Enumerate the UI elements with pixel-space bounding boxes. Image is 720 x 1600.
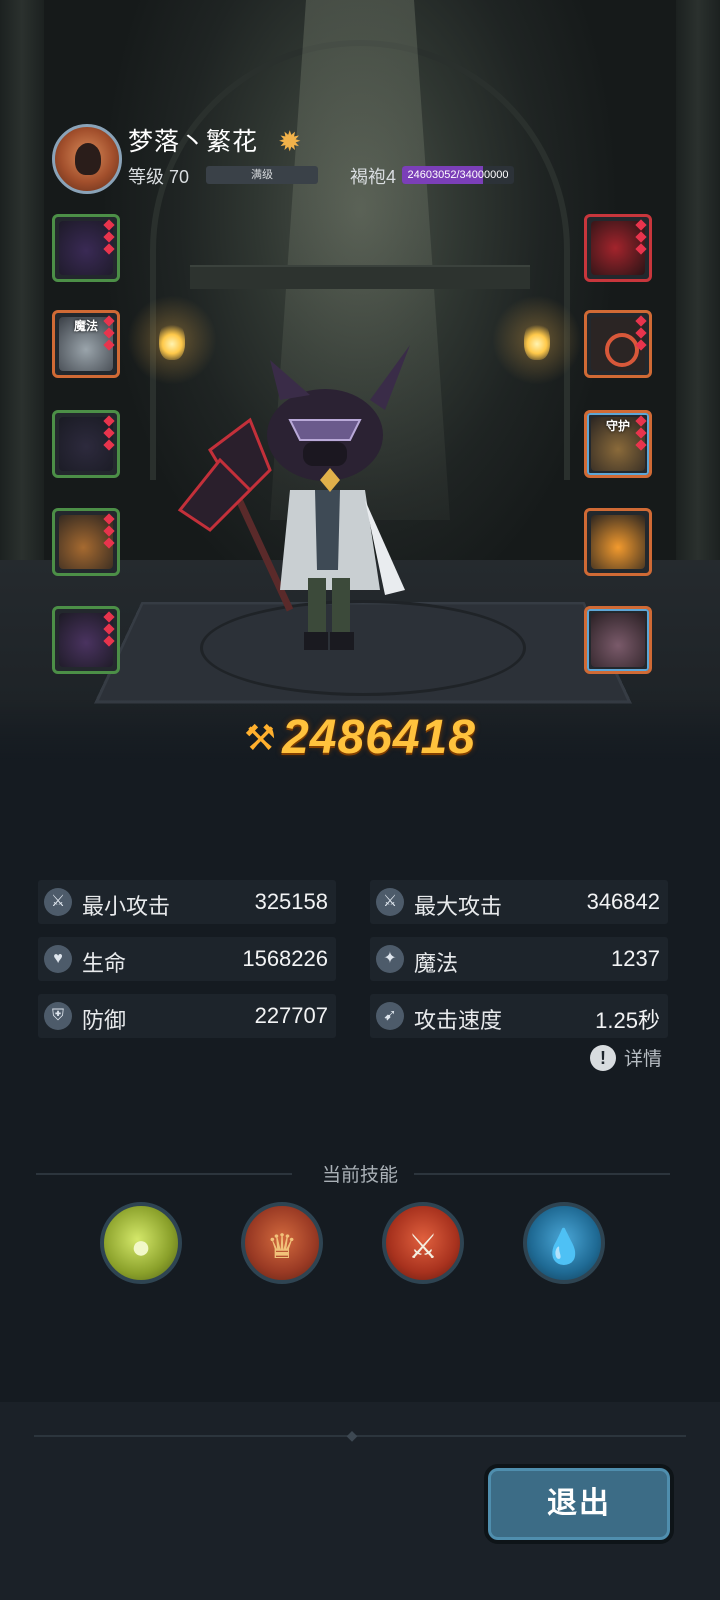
combat-power-value: 2486418: [282, 711, 476, 764]
flame-talisman-icon: [591, 515, 645, 569]
sword-icon: ⚔: [376, 888, 404, 916]
torch-right-icon: [524, 320, 550, 360]
stat-magic: ✦ 魔法 1237: [370, 937, 668, 981]
water-shield-icon: 💧: [542, 1228, 586, 1266]
info-icon: !: [590, 1044, 616, 1071]
shield-icon: ⛨: [44, 1002, 72, 1030]
heart-icon: ♥: [44, 945, 72, 973]
exit-button[interactable]: 退出: [484, 1464, 674, 1544]
stat-max-attack: ⚔ 最大攻击 346842: [370, 880, 668, 924]
stat-label: 最小攻击: [82, 894, 171, 919]
stat-min-attack: ⚔ 最小攻击 325158: [38, 880, 336, 924]
stone-shelf: [190, 265, 530, 289]
stat-value: 1.25秒: [595, 1008, 660, 1033]
divider-ornament-icon: ◆: [346, 1427, 358, 1443]
pillar-left: [0, 0, 44, 560]
skill-crossed-axes[interactable]: ⚔: [382, 1202, 464, 1284]
stat-label: 攻击速度: [414, 1008, 503, 1033]
slot-shoulder[interactable]: [52, 606, 120, 674]
hero-sprite-icon: [177, 345, 410, 650]
slot-boots[interactable]: [52, 410, 120, 478]
slot-pet[interactable]: [584, 606, 652, 674]
hero-character: [170, 340, 460, 670]
poison-bubbles-icon: ●: [130, 1228, 152, 1266]
ring-shape: [605, 333, 639, 367]
magic-icon: ✦: [376, 945, 404, 973]
player-avatar[interactable]: [52, 124, 122, 194]
combat-power: ⚒ 2486418: [0, 710, 720, 766]
stat-value: 325158: [254, 889, 328, 914]
player-header: 梦落丶繁花 ✹ 等级 70 满级 褐袍4 24603052/34000000: [52, 118, 692, 198]
slot-ring[interactable]: [584, 310, 652, 378]
stat-value: 1237: [611, 946, 660, 971]
robe-exp-bar: 24603052/34000000: [402, 166, 514, 184]
skill-poison-bubbles[interactable]: ●: [100, 1202, 182, 1284]
slot-armor[interactable]: 魔法: [52, 310, 120, 378]
speed-icon: ➹: [376, 1002, 404, 1030]
pet-bag-icon: [591, 613, 645, 667]
stat-attack-speed: ➹ 攻击速度 1.25秒: [370, 994, 668, 1038]
slot-helmet[interactable]: [52, 214, 120, 282]
stat-value: 227707: [254, 1003, 328, 1028]
stat-label: 魔法: [414, 951, 459, 976]
sword-icon: ⚔: [44, 888, 72, 916]
stat-value: 1568226: [242, 946, 328, 971]
slot-talisman[interactable]: [584, 508, 652, 576]
slot-bow[interactable]: [52, 508, 120, 576]
rank-badge-icon: ✹: [278, 126, 302, 157]
crown-shield-icon: ♛: [266, 1228, 298, 1266]
level-bar: 满级: [206, 166, 318, 184]
stat-label: 生命: [82, 951, 127, 976]
skill-water-shield[interactable]: 💧: [523, 1202, 605, 1284]
skills-title: 当前技能: [321, 1165, 398, 1186]
player-name: 梦落丶繁花: [128, 128, 259, 156]
skill-crown-shield[interactable]: ♛: [241, 1202, 323, 1284]
slot-necklace[interactable]: 守护: [584, 410, 652, 478]
stat-value: 346842: [586, 889, 660, 914]
crossed-axes-icon: ⚔: [407, 1228, 439, 1266]
detail-label: 详情: [624, 1049, 663, 1070]
detail-button[interactable]: ! 详情: [590, 1044, 662, 1074]
player-level: 等级 70: [128, 167, 190, 187]
stat-label: 最大攻击: [414, 894, 503, 919]
stat-label: 防御: [82, 1008, 127, 1033]
stat-defense: ⛨ 防御 227707: [38, 994, 336, 1038]
slot-weapon[interactable]: [584, 214, 652, 282]
robe-label: 褐袍4: [350, 167, 397, 187]
pillar-right: [676, 0, 720, 560]
robe-exp-text: 24603052/34000000: [407, 169, 509, 181]
stat-hp: ♥ 生命 1568226: [38, 937, 336, 981]
power-icon: ⚒: [244, 716, 277, 758]
